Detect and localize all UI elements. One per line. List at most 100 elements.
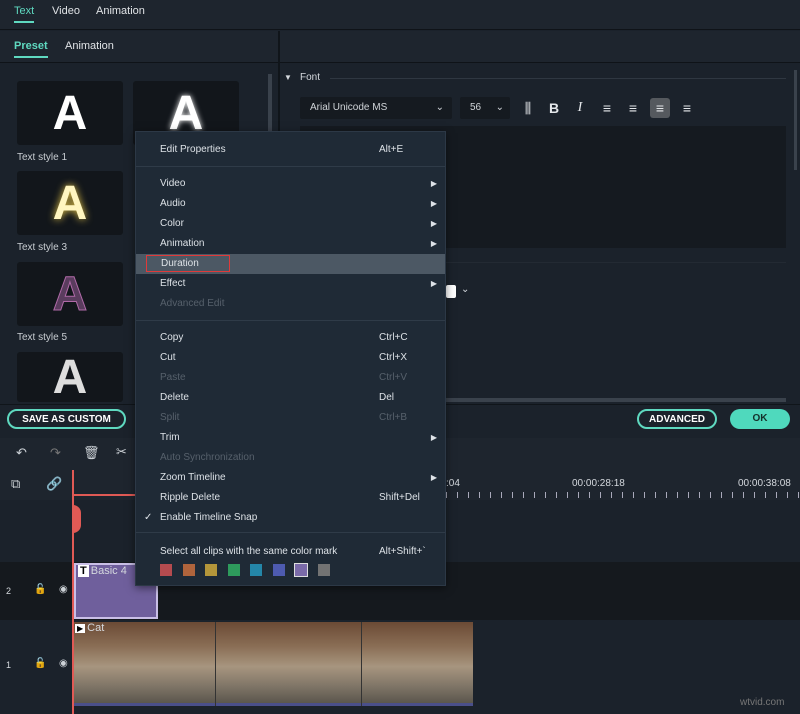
tab-animation[interactable]: Animation bbox=[96, 5, 145, 17]
advanced-button[interactable]: ADVANCED bbox=[637, 409, 717, 429]
preset-text-style-1[interactable]: A bbox=[17, 81, 123, 145]
ok-button[interactable]: OK bbox=[730, 409, 790, 429]
menu-separator bbox=[136, 320, 445, 321]
menu-item-enable-timeline-snap[interactable]: Enable Timeline Snap ✓ bbox=[136, 508, 445, 528]
line-spacing-icon[interactable]: ⫼ bbox=[518, 98, 538, 118]
color-swatch[interactable] bbox=[446, 285, 456, 298]
submenu-arrow-icon: ▶ bbox=[431, 174, 437, 194]
undo-icon[interactable]: ↶ bbox=[16, 445, 27, 461]
delete-icon[interactable]: 🗑 bbox=[83, 445, 100, 461]
font-family-value: Arial Unicode MS bbox=[310, 102, 387, 113]
save-as-custom-button[interactable]: SAVE AS CUSTOM bbox=[7, 409, 126, 429]
menu-shortcut: Ctrl+B bbox=[379, 408, 407, 428]
color-mark-swatch[interactable] bbox=[295, 564, 307, 576]
add-track-icon[interactable]: ⧉ bbox=[11, 476, 20, 492]
top-tab-bar: Text Video Animation bbox=[0, 0, 800, 30]
menu-item-paste: Paste Ctrl+V bbox=[136, 368, 445, 388]
tab-video[interactable]: Video bbox=[52, 5, 80, 17]
menu-item-label: Enable Timeline Snap bbox=[160, 512, 257, 523]
color-mark-swatch[interactable] bbox=[318, 564, 330, 576]
menu-item-label: Cut bbox=[160, 352, 176, 363]
menu-item-ripple-delete[interactable]: Ripple Delete Shift+Del bbox=[136, 488, 445, 508]
tab-text[interactable]: Text bbox=[14, 5, 34, 17]
collapse-icon[interactable]: ▼ bbox=[284, 73, 292, 82]
eye-icon[interactable]: ◉ bbox=[59, 584, 68, 595]
menu-item-audio[interactable]: Audio ▶ bbox=[136, 194, 445, 214]
menu-item-label: Copy bbox=[160, 332, 183, 343]
color-mark-swatch[interactable] bbox=[205, 564, 217, 576]
submenu-arrow-icon: ▶ bbox=[431, 194, 437, 214]
checkmark-icon: ✓ bbox=[144, 508, 152, 528]
color-mark-swatch[interactable] bbox=[228, 564, 240, 576]
ruler-tick-label: :04 bbox=[446, 478, 460, 489]
lock-icon[interactable]: 🔓 bbox=[34, 584, 46, 595]
menu-item-advanced-edit: Advanced Edit bbox=[136, 294, 445, 314]
chevron-down-icon: ⌄ bbox=[436, 102, 444, 113]
menu-item-delete[interactable]: DeleteDel bbox=[136, 388, 445, 408]
menu-item-label: Color bbox=[160, 218, 184, 229]
menu-item-label: Video bbox=[160, 178, 185, 189]
align-left-icon[interactable]: ≡ bbox=[597, 98, 617, 118]
menu-item-label: Trim bbox=[160, 432, 180, 443]
tab-sub-animation[interactable]: Animation bbox=[65, 40, 114, 52]
menu-separator bbox=[136, 166, 445, 167]
menu-item-cut[interactable]: Cut Ctrl+X bbox=[136, 348, 445, 368]
preset-text-style-7[interactable]: A bbox=[17, 352, 123, 402]
menu-shortcut: Ctrl+X bbox=[379, 348, 407, 368]
align-right-icon[interactable]: ≡ bbox=[623, 98, 643, 118]
menu-item-video[interactable]: Video ▶ bbox=[136, 174, 445, 194]
chevron-down-icon[interactable]: ⌄ bbox=[461, 284, 469, 295]
align-center-icon[interactable]: ≡ bbox=[650, 98, 670, 118]
color-mark-swatch[interactable] bbox=[273, 564, 285, 576]
menu-item-color[interactable]: Color ▶ bbox=[136, 214, 445, 234]
sub-tab-bar: Preset Animation bbox=[0, 31, 800, 63]
menu-item-label: Ripple Delete bbox=[160, 492, 220, 503]
menu-shortcut: Ctrl+V bbox=[379, 368, 407, 388]
tab-preset[interactable]: Preset bbox=[14, 40, 48, 52]
menu-item-duration[interactable]: Duration bbox=[136, 254, 445, 274]
color-mark-swatch[interactable] bbox=[183, 564, 195, 576]
preset-text-style-3[interactable]: A bbox=[17, 171, 123, 235]
text-clip-icon: T bbox=[78, 565, 89, 577]
preset-text-style-5[interactable]: A bbox=[17, 262, 123, 326]
italic-icon[interactable]: I bbox=[570, 98, 590, 118]
menu-shortcut: Alt+E bbox=[379, 140, 403, 160]
clip-label: Basic 4 bbox=[91, 565, 127, 577]
menu-item-label: Edit Properties bbox=[160, 144, 226, 155]
justify-icon[interactable]: ≡ bbox=[677, 98, 697, 118]
horizontal-scrollbar[interactable] bbox=[446, 398, 786, 402]
menu-item-copy[interactable]: Copy Ctrl+C bbox=[136, 328, 445, 348]
bold-icon[interactable]: B bbox=[544, 98, 564, 118]
font-family-select[interactable]: Arial Unicode MS ⌄ bbox=[300, 97, 452, 119]
color-mark-swatch[interactable] bbox=[160, 564, 172, 576]
menu-item-label: Audio bbox=[160, 198, 186, 209]
track-number: 2 bbox=[6, 586, 11, 596]
menu-item-edit-properties[interactable]: Edit Properties Alt+E bbox=[136, 140, 445, 160]
menu-item-label: Paste bbox=[160, 372, 186, 383]
lock-icon[interactable]: 🔓 bbox=[34, 658, 46, 669]
menu-item-label: Advanced Edit bbox=[160, 298, 225, 309]
submenu-arrow-icon: ▶ bbox=[431, 214, 437, 234]
vertical-scrollbar[interactable] bbox=[794, 70, 797, 170]
menu-item-trim[interactable]: Trim ▶ bbox=[136, 428, 445, 448]
submenu-arrow-icon: ▶ bbox=[431, 428, 437, 448]
menu-item-effect[interactable]: Effect▶ bbox=[136, 274, 445, 294]
eye-icon[interactable]: ◉ bbox=[59, 658, 68, 669]
track-1: 1 🔓 ◉ ▶Cat bbox=[0, 620, 800, 708]
menu-item-animation[interactable]: Animation▶ bbox=[136, 234, 445, 254]
link-icon[interactable]: 🔗 bbox=[46, 476, 62, 492]
video-clip[interactable]: ▶Cat bbox=[73, 622, 473, 706]
menu-item-label: Duration bbox=[146, 255, 230, 272]
color-mark-swatch[interactable] bbox=[250, 564, 262, 576]
menu-item-zoom-timeline[interactable]: Zoom Timeline▶ bbox=[136, 468, 445, 488]
redo-icon[interactable]: ↷ bbox=[50, 445, 61, 461]
menu-shortcut: Shift+Del bbox=[379, 488, 420, 508]
submenu-arrow-icon: ▶ bbox=[431, 234, 437, 254]
menu-item-select-all-clips-with-the-same-color-mark[interactable]: Select all clips with the same color mar… bbox=[136, 542, 445, 562]
menu-item-label: Select all clips with the same color mar… bbox=[160, 546, 337, 557]
font-size-value: 56 bbox=[470, 102, 481, 113]
font-size-select[interactable]: 56⌄ bbox=[460, 97, 510, 119]
playhead-handle[interactable] bbox=[73, 505, 81, 533]
scissors-icon[interactable]: ✂ bbox=[116, 444, 127, 460]
menu-shortcut: Ctrl+C bbox=[379, 328, 408, 348]
